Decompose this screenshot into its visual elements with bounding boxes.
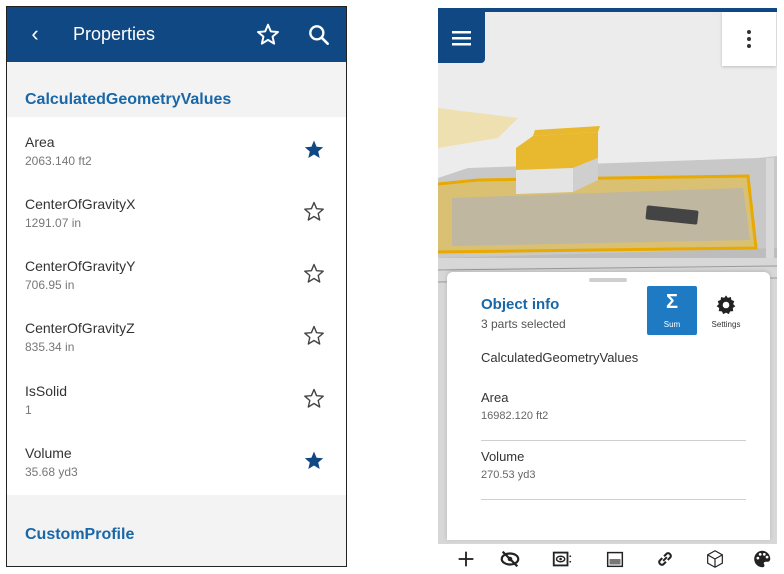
cube-icon[interactable] [703,548,727,570]
page-title: Properties [73,24,156,44]
drag-handle[interactable] [589,278,627,282]
add-icon[interactable] [454,548,478,570]
info-name: Area [481,390,509,405]
hide-icon[interactable] [498,548,522,570]
settings-label: Settings [711,320,741,329]
info-value: 16982.120 ft2 [481,410,549,422]
sum-label: Sum [663,320,681,329]
info-row-area: Area 16982.120 ft2 [481,390,746,441]
property-name: Volume [25,445,72,461]
property-name: CenterOfGravityZ [25,320,135,336]
more-vertical-icon [747,30,751,48]
more-options-button[interactable] [722,12,776,66]
selection-count: 3 parts selected [481,317,566,331]
properties-header: ‹ Properties [7,7,346,62]
hamburger-icon [452,31,471,46]
property-name: CenterOfGravityX [25,196,136,212]
property-row-center-of-gravity-z[interactable]: CenterOfGravityZ 835.34 in [7,314,346,376]
property-name: IsSolid [25,383,68,399]
property-row-is-solid[interactable]: IsSolid 1 [7,377,346,439]
star-outline-icon[interactable] [302,387,326,411]
star-filled-icon[interactable] [302,138,326,162]
panel-section-title: CalculatedGeometryValues [481,350,639,365]
back-icon[interactable]: ‹ [23,21,47,47]
info-name: Volume [481,449,525,464]
bottom-toolbar [438,544,777,570]
section-header: CalculatedGeometryValues [7,62,346,117]
viewer-screen: Object info 3 parts selected Σ Sum Setti… [438,8,777,570]
info-value: 270.53 yd3 [481,469,536,481]
info-row-volume: Volume 270.53 yd3 [481,449,746,500]
property-name: CenterOfGravityY [25,258,136,274]
property-row-center-of-gravity-y[interactable]: CenterOfGravityY 706.95 in [7,252,346,314]
star-outline-icon[interactable] [302,324,326,348]
star-outline-icon[interactable] [302,262,326,286]
star-filled-icon[interactable] [302,449,326,473]
settings-button[interactable]: Settings [701,286,751,335]
property-row-area[interactable]: Area 2063.140 ft2 [7,128,346,190]
property-row-center-of-gravity-x[interactable]: CenterOfGravityX 1291.07 in [7,190,346,252]
properties-screen: ‹ Properties CalculatedGeometryValues Ar… [6,6,347,567]
property-value: 35.68 yd3 [25,465,78,479]
section-title: CustomProfile [25,526,135,543]
sum-button[interactable]: Σ Sum [647,286,697,335]
isolate-icon[interactable] [550,548,574,570]
link-icon[interactable] [653,548,677,570]
property-value: 706.95 in [25,278,75,292]
section-title: CalculatedGeometryValues [25,91,232,108]
star-outline-icon[interactable] [302,200,326,224]
property-row-volume[interactable]: Volume 35.68 yd3 [7,439,346,501]
section-header: CustomProfile [7,495,346,566]
menu-button[interactable] [438,12,485,63]
property-name: Area [25,134,55,150]
panel-title: Object info [481,296,560,313]
property-value: 835.34 in [25,340,75,354]
property-value: 1291.07 in [25,216,82,230]
property-value: 2063.140 ft2 [25,154,92,168]
star-outline-icon[interactable] [255,22,281,48]
object-info-panel: Object info 3 parts selected Σ Sum Setti… [447,272,770,540]
sigma-icon: Σ [665,291,678,313]
search-icon[interactable] [306,22,332,48]
property-value: 1 [25,403,32,417]
gear-icon [716,295,736,315]
transparency-icon[interactable] [603,548,627,570]
palette-icon[interactable] [750,548,774,570]
